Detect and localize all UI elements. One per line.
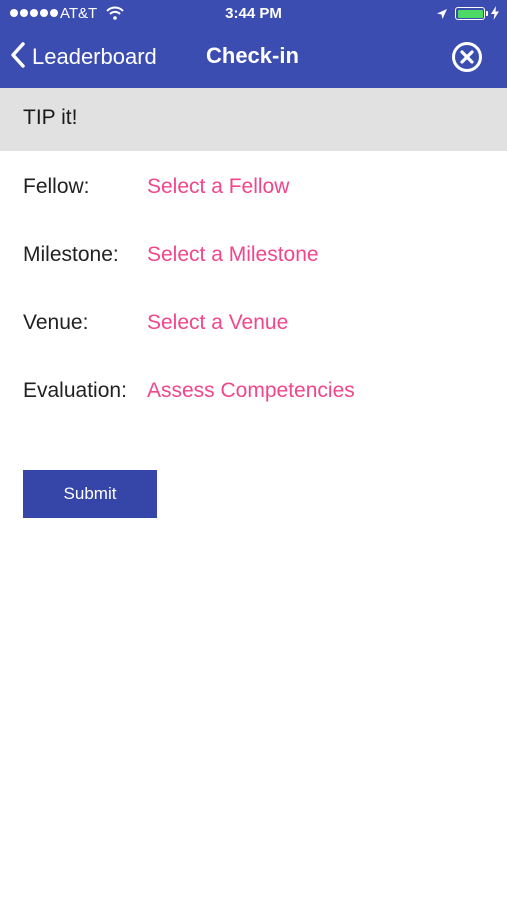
fellow-row: Fellow: Select a Fellow (23, 175, 493, 205)
chevron-left-icon (10, 41, 26, 73)
check-in-screen: AT&T 3:44 PM Leaderboard Check-in TIP it… (0, 0, 507, 900)
assess-competencies-link[interactable]: Assess Competencies (147, 379, 355, 403)
close-circle-icon (452, 42, 482, 72)
select-venue-link[interactable]: Select a Venue (147, 311, 288, 335)
select-milestone-link[interactable]: Select a Milestone (147, 243, 319, 267)
section-header: TIP it! (0, 88, 507, 151)
navigation-header: AT&T 3:44 PM Leaderboard Check-in (0, 0, 507, 88)
evaluation-row: Evaluation: Assess Competencies (23, 379, 493, 409)
status-bar: AT&T 3:44 PM (0, 0, 507, 30)
battery-icon (455, 7, 485, 20)
milestone-label: Milestone: (23, 243, 119, 266)
section-title: TIP it! (23, 106, 78, 129)
evaluation-label: Evaluation: (23, 379, 127, 402)
status-time: 3:44 PM (225, 5, 282, 22)
venue-row: Venue: Select a Venue (23, 311, 493, 341)
milestone-row: Milestone: Select a Milestone (23, 243, 493, 273)
battery-cap (486, 11, 488, 16)
close-button[interactable] (451, 41, 483, 73)
battery-level (457, 9, 483, 18)
submit-button[interactable]: Submit (23, 470, 157, 518)
page-title: Check-in (206, 43, 299, 68)
back-button-label: Leaderboard (32, 44, 157, 69)
location-arrow-icon (436, 7, 448, 24)
charging-bolt-icon (490, 6, 500, 24)
venue-label: Venue: (23, 311, 89, 334)
back-button[interactable]: Leaderboard (10, 40, 157, 74)
select-fellow-link[interactable]: Select a Fellow (147, 175, 289, 199)
fellow-label: Fellow: (23, 175, 90, 198)
